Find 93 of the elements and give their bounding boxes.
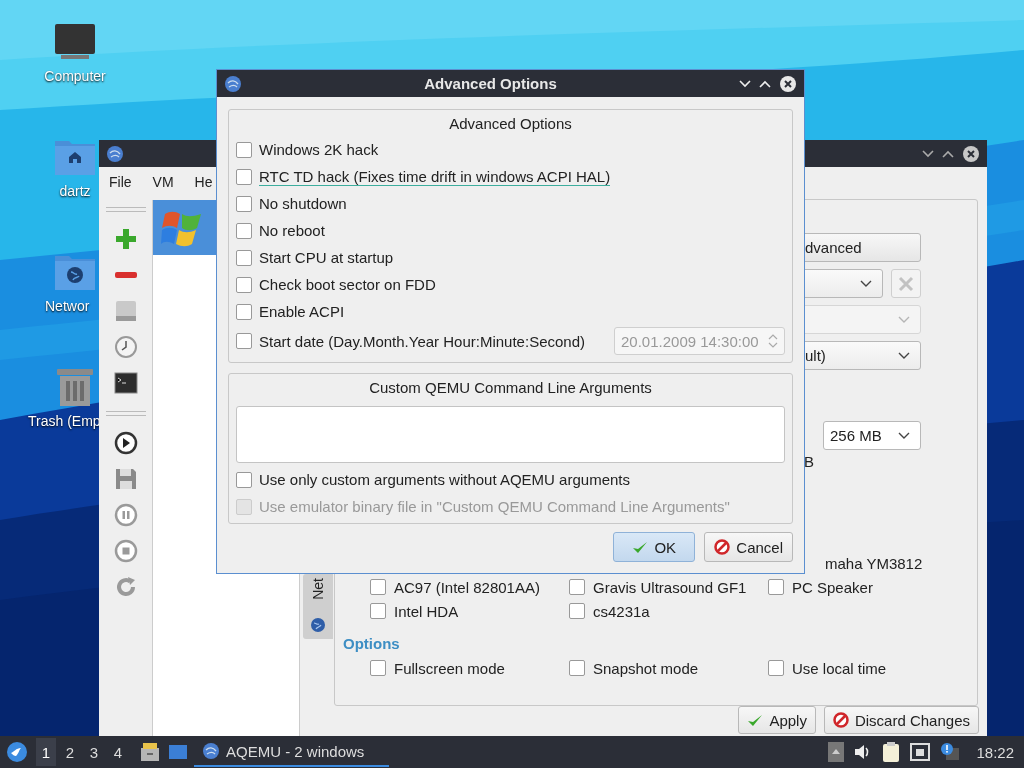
checkbox[interactable] [569, 603, 585, 619]
app-icon [106, 144, 124, 163]
checkbox-label: No shutdown [259, 195, 347, 212]
spin-arrows-icon [768, 333, 778, 349]
checkbox[interactable] [236, 249, 252, 266]
pause-icon[interactable] [113, 503, 138, 527]
checkbox-label: Intel HDA [394, 602, 459, 620]
checkbox-label: Gravis Ultrasound GF1 [593, 578, 747, 596]
drive-icon[interactable] [113, 299, 138, 323]
checkbox[interactable] [236, 222, 252, 239]
app-icon [202, 742, 220, 760]
checkbox[interactable] [569, 660, 585, 676]
workspace-button[interactable]: 3 [84, 738, 104, 766]
checkmark-icon [747, 713, 764, 727]
cross-icon [897, 274, 915, 293]
workspace-button[interactable]: 4 [108, 738, 128, 766]
checkbox-label: cs4231a [593, 602, 650, 620]
arguments-field[interactable] [236, 406, 785, 463]
checkbox[interactable] [236, 333, 252, 349]
checkbox[interactable] [236, 141, 252, 158]
discard-button[interactable]: Discard Changes [823, 706, 979, 734]
app-icon [224, 74, 242, 93]
ok-button[interactable]: OK [613, 532, 696, 562]
plus-icon[interactable] [113, 227, 138, 251]
minimize-icon[interactable] [922, 149, 934, 158]
checkbox-label: Check boot sector on FDD [259, 276, 436, 293]
checkbox-label: AC97 (Intel 82801AA) [394, 578, 540, 596]
group-title: Advanced Options [449, 114, 572, 132]
clipboard-icon[interactable] [882, 741, 901, 763]
checkbox-label: Start date (Day.Month.Year Hour:Minute:Second) [259, 332, 585, 350]
close-icon[interactable] [779, 74, 797, 93]
checkbox[interactable] [768, 660, 784, 676]
checkbox[interactable] [236, 168, 252, 185]
workspace-button[interactable]: 1 [36, 738, 56, 766]
memory-dropdown[interactable]: 256 MB [823, 421, 921, 450]
clock: 18:22 [976, 743, 1014, 761]
chevron-icon [898, 351, 910, 360]
desktop-icon[interactable] [168, 743, 188, 761]
checkbox-label: PC Speaker [792, 578, 873, 596]
globe-icon [310, 617, 326, 633]
checkbox[interactable] [236, 471, 252, 488]
checkmark-icon [632, 540, 649, 554]
maximize-icon[interactable] [942, 149, 954, 158]
file-cabinet-icon[interactable] [140, 742, 160, 762]
taskbar-button[interactable]: AQEMU - 2 windows [194, 737, 389, 767]
workspace-button[interactable]: 2 [60, 738, 80, 766]
checkbox[interactable] [236, 303, 252, 320]
checkbox-label: Use only custom arguments without AQEMU arguments [259, 471, 630, 488]
chevron-icon [898, 315, 910, 324]
close-icon[interactable] [962, 144, 980, 163]
checkbox[interactable] [768, 579, 784, 595]
window-title: Advanced Options [423, 75, 558, 92]
checkbox-label: Use local time [792, 659, 887, 677]
checkbox-label: Fullscreen mode [394, 659, 505, 677]
stop-icon[interactable] [113, 539, 138, 563]
checkbox[interactable] [236, 195, 252, 212]
no-entry-icon [714, 539, 731, 555]
monitor-icon[interactable] [53, 22, 97, 62]
cancel-button[interactable]: Cancel [704, 532, 793, 562]
checkbox[interactable] [370, 579, 386, 595]
menu-item[interactable]: File [109, 174, 132, 190]
checkbox[interactable] [370, 660, 386, 676]
menu-item[interactable]: He [194, 174, 213, 190]
checkbox-label: Enable ACPI [259, 303, 345, 320]
checkbox-label: Start CPU at startup [259, 249, 394, 266]
chevron-icon [860, 279, 872, 288]
checkbox-label: No reboot [259, 222, 325, 239]
checkbox-label: RTC TD hack (Fixes time drift in windows ACPI HAL) [259, 167, 611, 186]
desktop-icon-label[interactable]: Trash (Emp [28, 413, 101, 429]
scroll-up-icon[interactable] [828, 742, 845, 762]
checkbox-label: maha YM3812 [825, 554, 923, 572]
floppy-icon[interactable] [113, 467, 138, 491]
terminal-icon[interactable] [113, 372, 138, 394]
menu-item[interactable]: VM [152, 174, 174, 190]
group-title: Custom QEMU Command Line Arguments [369, 378, 652, 396]
checkbox-label: Snapshot mode [593, 659, 699, 677]
checkbox-label: Windows 2K hack [259, 141, 379, 158]
clock-icon[interactable] [113, 335, 138, 359]
checkbox-label: Use emulator binary file in "Custom QEMU Command Line Arguments" [259, 498, 730, 515]
play-icon[interactable] [113, 431, 138, 455]
checkbox[interactable] [236, 276, 252, 293]
minus-icon[interactable] [113, 270, 138, 280]
no-entry-icon [832, 712, 849, 728]
checkbox[interactable] [569, 579, 585, 595]
side-tab[interactable]: Net [303, 574, 333, 639]
apply-button[interactable]: Apply [738, 706, 816, 734]
start-menu-icon[interactable] [6, 741, 28, 763]
memory-unit-label: B [804, 453, 814, 470]
section-heading: Options [343, 635, 401, 652]
notification-icon[interactable] [940, 742, 961, 762]
network-icon[interactable] [910, 743, 931, 761]
checkbox[interactable] [370, 603, 386, 619]
chevron-icon [898, 431, 910, 440]
